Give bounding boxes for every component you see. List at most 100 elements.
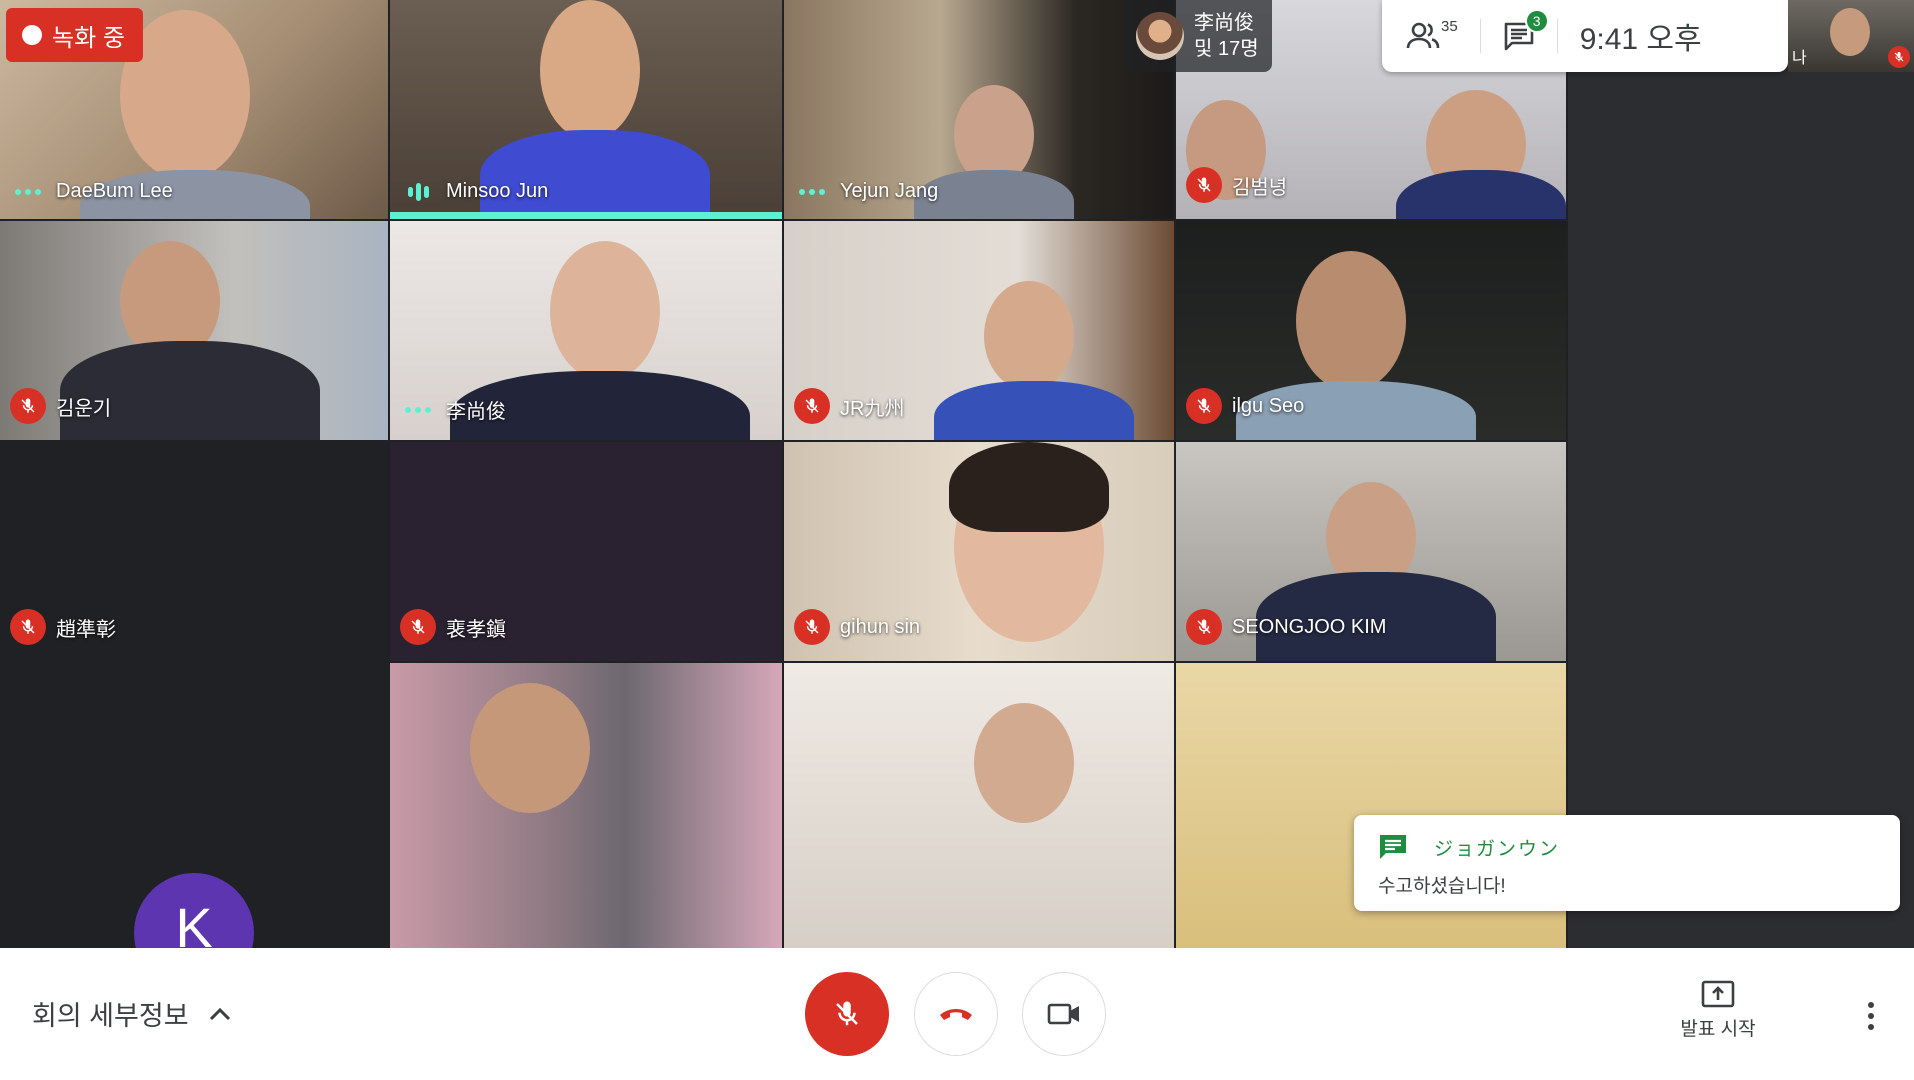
clock: 9:41 오후 xyxy=(1579,23,1702,56)
participant-name: 李尚俊 xyxy=(446,401,506,423)
participant-name: 裵孝鎭 xyxy=(446,618,506,641)
bottom-control-bar: 회의 세부정보 발표 시작 xyxy=(0,948,1914,1080)
self-view[interactable]: 나 xyxy=(1788,0,1914,72)
video-feed xyxy=(784,663,1174,948)
leave-call-button[interactable] xyxy=(914,972,998,1056)
video-camera-icon xyxy=(1047,1003,1079,1025)
chat-unread-badge: 3 xyxy=(1524,9,1549,33)
participant-tile-minsoo-jun[interactable]: Minsoo Jun xyxy=(390,0,782,219)
participant-tile-bae-hyojin[interactable]: 裵孝鎭 xyxy=(390,442,782,661)
presenter-text: 李尚俊 및 17명 xyxy=(1194,10,1259,62)
person-face xyxy=(984,281,1074,391)
person-face xyxy=(470,683,590,813)
chat-sender: ジョガンウン xyxy=(1434,838,1561,860)
mic-off-icon xyxy=(836,1001,858,1026)
present-screen-icon xyxy=(1701,980,1735,1008)
self-mic-off-icon xyxy=(1888,46,1910,68)
person-body xyxy=(934,381,1134,440)
participant-nameplate: Minsoo Jun xyxy=(400,180,548,203)
participant-nameplate: DaeBum Lee xyxy=(10,180,173,203)
mic-off-icon xyxy=(1186,388,1222,424)
presenter-name: 李尚俊 xyxy=(1194,12,1254,34)
chat-toast-header: ジョガンウン xyxy=(1378,833,1876,861)
video-feed xyxy=(390,663,782,948)
present-now-button[interactable]: 발표 시작 xyxy=(1668,980,1768,1041)
more-options-button[interactable] xyxy=(1856,996,1886,1036)
participant-nameplate: 李尚俊 xyxy=(400,395,506,424)
participant-name: SEONGJOO KIM xyxy=(1232,615,1387,638)
participant-tile-jo-junchang[interactable]: 趙準彰 xyxy=(0,442,388,661)
mic-off-icon xyxy=(794,609,830,645)
participant-name: ilgu Seo xyxy=(1232,394,1305,417)
chat-message-icon xyxy=(1380,835,1406,859)
participant-nameplate: 김범녕 xyxy=(1186,167,1287,203)
chevron-up-icon xyxy=(209,1007,230,1020)
person-face xyxy=(974,703,1074,823)
presenter-avatar xyxy=(1136,12,1184,60)
person-face xyxy=(550,241,660,381)
participant-tile[interactable] xyxy=(784,663,1174,948)
video-grid: DaeBum Lee Minsoo Jun Yejun Jang 김범녕 김운기… xyxy=(0,0,1914,948)
participant-tile-kim-ungi[interactable]: 김운기 xyxy=(0,221,388,440)
participant-name: Minsoo Jun xyxy=(446,180,549,202)
recording-indicator: 녹화 중 xyxy=(6,8,143,62)
participant-nameplate: 趙準彰 xyxy=(10,609,116,645)
speaking-indicator-icon xyxy=(10,188,46,195)
participant-tile-yejun-jang[interactable]: Yejun Jang xyxy=(784,0,1174,219)
divider xyxy=(1479,19,1481,53)
person-hair xyxy=(949,442,1109,532)
participant-tile-seongjoo-kim[interactable]: SEONGJOO KIM xyxy=(1176,442,1566,661)
participant-name: DaeBum Lee xyxy=(56,180,173,202)
participant-name: 趙準彰 xyxy=(56,618,116,641)
meet-screen: DaeBum Lee Minsoo Jun Yejun Jang 김범녕 김운기… xyxy=(0,0,1914,1080)
person-face xyxy=(1296,251,1406,391)
speaking-indicator-icon xyxy=(400,406,436,413)
audio-level-icon xyxy=(400,182,436,201)
participant-nameplate: gihun sin xyxy=(794,609,920,645)
self-face xyxy=(1830,8,1870,56)
participant-tile-lee-sangjun[interactable]: 李尚俊 xyxy=(390,221,782,440)
meeting-details-label: 회의 세부정보 xyxy=(32,1001,189,1031)
participant-nameplate: JR九州 xyxy=(794,388,904,424)
participant-nameplate: ilgu Seo xyxy=(1186,388,1304,424)
camera-toggle-button[interactable] xyxy=(1022,972,1106,1056)
more-dot-icon xyxy=(1868,1024,1874,1030)
participant-tile-avatar[interactable]: K xyxy=(0,663,388,948)
speaking-indicator-icon xyxy=(794,188,830,195)
mic-off-icon xyxy=(1186,167,1222,203)
chat-button[interactable]: 3 xyxy=(1503,9,1549,51)
people-icon xyxy=(1406,22,1440,49)
participant-name: Yejun Jang xyxy=(840,180,939,202)
hang-up-icon xyxy=(940,1009,972,1020)
divider xyxy=(1556,19,1558,53)
mic-off-icon xyxy=(794,388,830,424)
participant-tile-ilgu-seo[interactable]: ilgu Seo xyxy=(1176,221,1566,440)
person-face xyxy=(540,0,640,140)
record-dot-icon xyxy=(22,25,42,45)
present-label: 발표 시작 xyxy=(1680,1019,1756,1040)
mic-off-icon xyxy=(1186,609,1222,645)
participant-nameplate: Yejun Jang xyxy=(794,180,938,203)
avatar: K xyxy=(134,873,254,948)
participant-tile[interactable] xyxy=(390,663,782,948)
participant-name: 김범녕 xyxy=(1232,176,1288,199)
participant-nameplate: 裵孝鎭 xyxy=(400,609,506,645)
person-body xyxy=(480,130,710,219)
grid-overflow-area xyxy=(1568,0,1914,948)
participant-tile-gihun-sin[interactable]: gihun sin xyxy=(784,442,1174,661)
mic-off-icon xyxy=(400,609,436,645)
participant-nameplate: SEONGJOO KIM xyxy=(1186,609,1386,645)
participant-name: JR九州 xyxy=(840,397,905,420)
participants-button[interactable]: 35 xyxy=(1406,18,1458,51)
presenter-chip[interactable]: 李尚俊 및 17명 xyxy=(1124,0,1272,72)
recording-label: 녹화 중 xyxy=(52,24,125,52)
participant-name: 김운기 xyxy=(56,397,112,420)
chat-toast[interactable]: ジョガンウン 수고하셨습니다! xyxy=(1354,815,1900,911)
participant-tile-jr-kyushu[interactable]: JR九州 xyxy=(784,221,1174,440)
participant-nameplate: 김운기 xyxy=(10,388,111,424)
meeting-info-card: 35 3 9:41 오후 xyxy=(1382,0,1788,72)
meeting-details-button[interactable]: 회의 세부정보 xyxy=(32,994,231,1033)
participant-name: gihun sin xyxy=(840,615,921,638)
mic-toggle-button[interactable] xyxy=(805,972,889,1056)
mic-off-icon xyxy=(10,388,46,424)
